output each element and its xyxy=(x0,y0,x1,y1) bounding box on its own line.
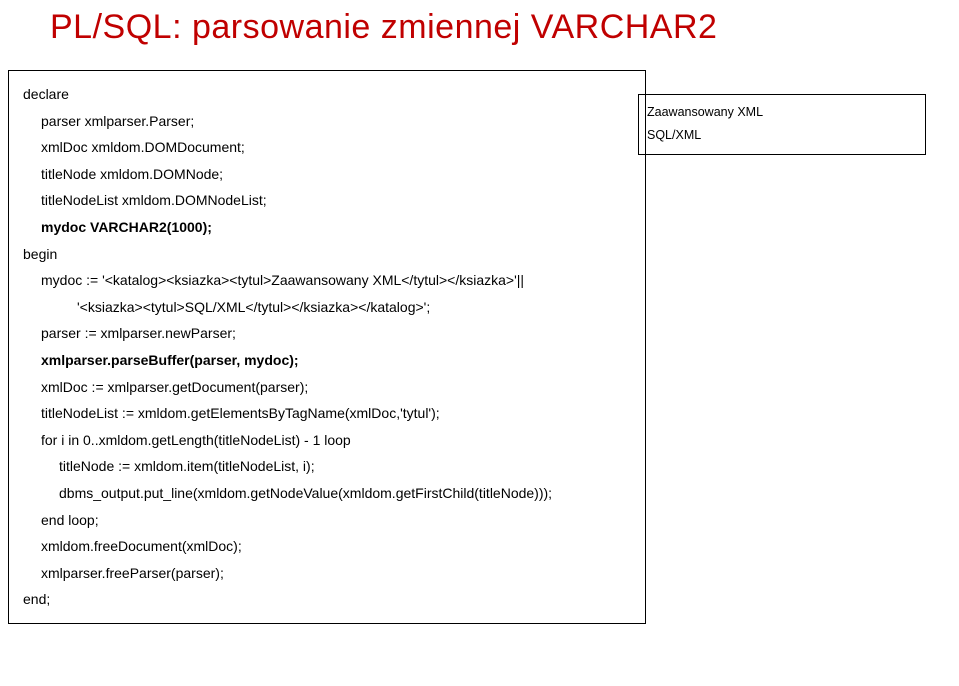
code-line: mydoc VARCHAR2(1000); xyxy=(23,214,635,241)
output-box: Zaawansowany XML SQL/XML xyxy=(638,94,926,155)
code-line: xmlparser.freeParser(parser); xyxy=(23,560,635,587)
code-line: begin xyxy=(23,246,57,262)
page-title: PL/SQL: parsowanie zmiennej VARCHAR2 xyxy=(0,0,959,47)
code-line: titleNode xmldom.DOMNode; xyxy=(23,161,635,188)
code-line: end; xyxy=(23,591,50,607)
code-line: parser xmlparser.Parser; xyxy=(23,108,635,135)
code-line: end loop; xyxy=(23,507,635,534)
code-line: mydoc := '<katalog><ksiazka><tytul>Zaawa… xyxy=(23,267,635,294)
output-line: Zaawansowany XML xyxy=(647,105,763,119)
output-line: SQL/XML xyxy=(647,128,701,142)
code-block: declare parser xmlparser.Parser; xmlDoc … xyxy=(8,70,646,624)
code-line: titleNodeList xmldom.DOMNodeList; xyxy=(23,187,635,214)
code-line: xmldom.freeDocument(xmlDoc); xyxy=(23,533,635,560)
code-line: for i in 0..xmldom.getLength(titleNodeLi… xyxy=(23,427,635,454)
code-line: dbms_output.put_line(xmldom.getNodeValue… xyxy=(23,480,635,507)
code-line: parser := xmlparser.newParser; xyxy=(23,320,635,347)
code-line: xmlparser.parseBuffer(parser, mydoc); xyxy=(23,347,635,374)
code-line: titleNode := xmldom.item(titleNodeList, … xyxy=(23,453,635,480)
code-line: '<ksiazka><tytul>SQL/XML</tytul></ksiazk… xyxy=(23,294,635,321)
code-line: declare xyxy=(23,86,69,102)
code-line: xmlDoc := xmlparser.getDocument(parser); xyxy=(23,374,635,401)
code-line: xmlDoc xmldom.DOMDocument; xyxy=(23,134,635,161)
code-line: titleNodeList := xmldom.getElementsByTag… xyxy=(23,400,635,427)
